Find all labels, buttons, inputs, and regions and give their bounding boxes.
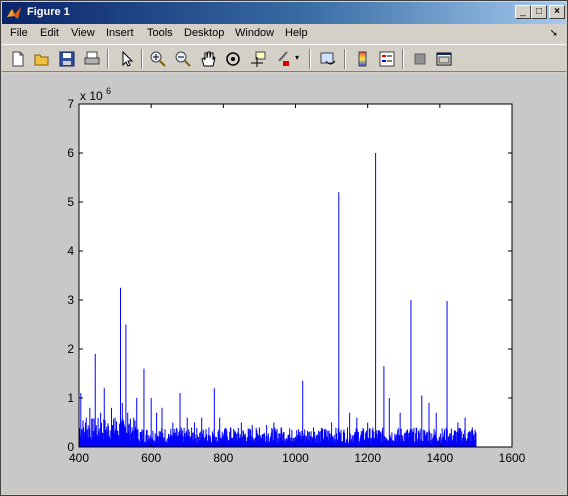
toolbar-separator [402, 49, 404, 69]
insert-legend-icon[interactable] [377, 49, 397, 69]
menu-help[interactable]: Help [285, 27, 308, 39]
hide-plot-tools-icon[interactable] [410, 49, 430, 69]
figure-canvas: 400 600 800 1000 1200 1400 1600 0 1 2 3 4 5 6 7 x 10 6 [2, 73, 566, 494]
open-file-icon[interactable] [32, 49, 52, 69]
brush-dropdown-icon[interactable]: ▾ [295, 53, 299, 62]
menu-file[interactable]: File [10, 27, 28, 39]
y-tick-label: 7 [67, 97, 74, 111]
show-plot-tools-icon[interactable] [434, 49, 454, 69]
toolbar: ▾ [2, 44, 566, 72]
y-tick-label: 4 [67, 244, 74, 258]
y-tick-label: 0 [67, 440, 74, 454]
menu-tools[interactable]: Tools [147, 27, 173, 39]
x-tick-label: 1000 [282, 451, 309, 465]
y-tick-label: 3 [67, 293, 74, 307]
print-icon[interactable] [82, 49, 102, 69]
brush-icon[interactable] [272, 49, 292, 69]
toolbar-separator [141, 49, 143, 69]
link-plot-icon[interactable] [318, 49, 338, 69]
x-tick-label: 1200 [354, 451, 381, 465]
y-tick-label: 6 [67, 146, 74, 160]
figure-window: Figure 1 _ □ × File Edit View Insert Too… [0, 0, 568, 496]
title-bar[interactable]: Figure 1 _ □ × [2, 2, 566, 24]
minimize-button[interactable]: _ [515, 5, 531, 19]
zoom-in-icon[interactable] [148, 49, 168, 69]
close-button[interactable]: × [549, 5, 565, 19]
new-figure-icon[interactable] [8, 49, 28, 69]
y-exponent-power: 6 [106, 86, 111, 96]
rotate-3d-icon[interactable] [223, 49, 243, 69]
data-cursor-icon[interactable] [248, 49, 268, 69]
menu-desktop[interactable]: Desktop [184, 27, 224, 39]
menu-window[interactable]: Window [235, 27, 274, 39]
x-tick-label: 800 [213, 451, 233, 465]
plot-area[interactable]: 400 600 800 1000 1200 1400 160001234567x 10 6 [2, 73, 566, 494]
menu-view[interactable]: View [71, 27, 95, 39]
y-exponent-label: x 10 [80, 89, 103, 103]
y-tick-label: 2 [67, 342, 74, 356]
menu-insert[interactable]: Insert [106, 27, 134, 39]
insert-colorbar-icon[interactable] [353, 49, 373, 69]
menu-edit[interactable]: Edit [40, 27, 59, 39]
zoom-out-icon[interactable] [173, 49, 193, 69]
x-tick-label: 600 [141, 451, 161, 465]
matlab-logo-icon [7, 7, 21, 19]
menu-bar: File Edit View Insert Tools Desktop Wind… [2, 25, 566, 43]
window-title: Figure 1 [27, 6, 70, 18]
pointer-icon[interactable] [116, 49, 136, 69]
toolbar-separator [344, 49, 346, 69]
x-tick-label: 1400 [426, 451, 453, 465]
dock-arrow-icon[interactable]: ➘ [550, 28, 558, 39]
save-icon[interactable] [57, 49, 77, 69]
pan-icon[interactable] [198, 49, 218, 69]
toolbar-separator [107, 49, 109, 69]
x-tick-label: 1600 [499, 451, 526, 465]
maximize-button[interactable]: □ [531, 5, 547, 19]
y-tick-label: 5 [67, 195, 74, 209]
toolbar-separator [309, 49, 311, 69]
y-tick-label: 1 [67, 391, 74, 405]
